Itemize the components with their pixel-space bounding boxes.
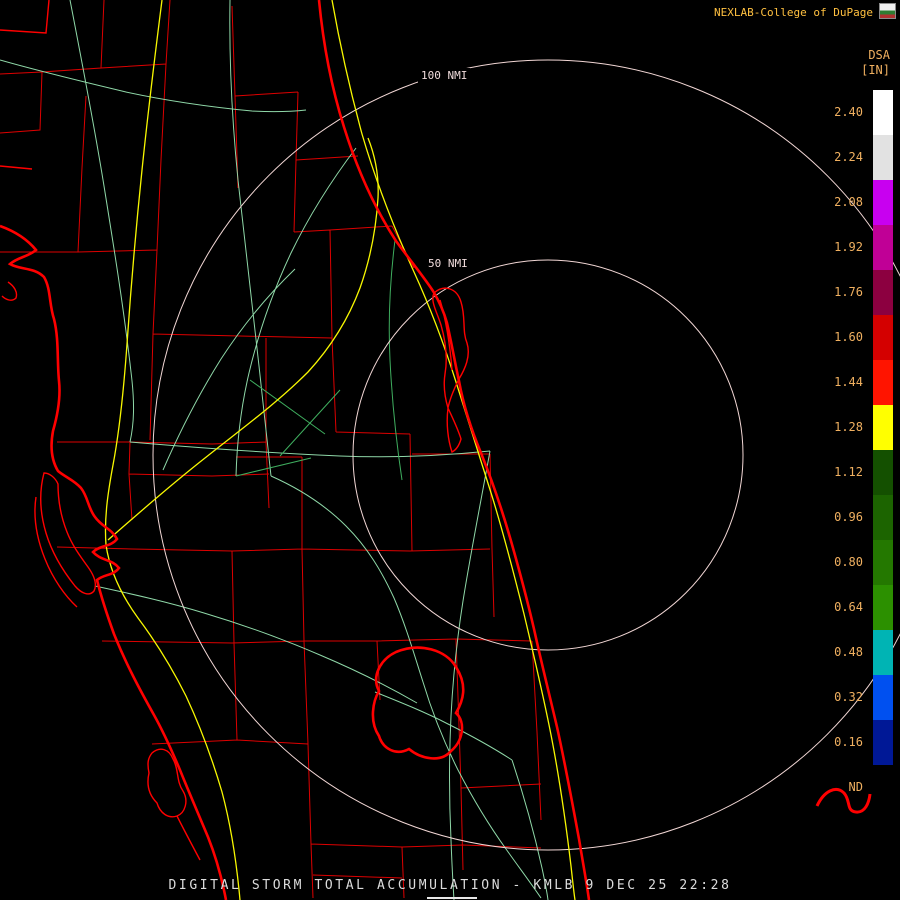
ring-label-100nmi: 100 NMI xyxy=(418,68,471,83)
colorbar-label: 1.12 xyxy=(834,465,863,479)
roads-layer xyxy=(0,0,549,900)
colorbar-swatch xyxy=(873,450,893,495)
product-units: [IN] xyxy=(861,63,890,77)
colorbar-label: 0.96 xyxy=(834,510,863,524)
colorbar-label: 1.60 xyxy=(834,330,863,344)
colorbar-swatch xyxy=(873,540,893,585)
county-borders-layer xyxy=(0,0,542,899)
colorbar-label: 0.80 xyxy=(834,555,863,569)
charlotte-harbor xyxy=(147,748,201,861)
colorbar-swatch xyxy=(873,180,893,225)
colorbar-row: 1.76 xyxy=(821,270,893,315)
tampa-bay-barrier-islands xyxy=(1,281,97,608)
colorbar-label: 2.08 xyxy=(834,195,863,209)
colorbar-label: 1.92 xyxy=(834,240,863,254)
interstate-4 xyxy=(107,137,379,541)
coastline-layer xyxy=(0,0,872,900)
colorbar-label: 0.64 xyxy=(834,600,863,614)
colorbar-swatch xyxy=(873,225,893,270)
colorbar-swatch xyxy=(873,360,893,405)
colorbar-row: 0.16 xyxy=(821,720,893,765)
colorbar-row: 0.80 xyxy=(821,540,893,585)
ring-50nmi xyxy=(352,259,744,651)
ring-label-50nmi: 50 NMI xyxy=(425,256,471,271)
colorbar-swatch xyxy=(873,675,893,720)
colorbar-swatch xyxy=(873,135,893,180)
radar-display: 100 NMI 50 NMI NEXLAB-College of DuPage … xyxy=(0,0,900,900)
colorbar-swatch xyxy=(873,630,893,675)
colorbar-label: ND xyxy=(848,780,863,794)
colorbar-label: 1.76 xyxy=(834,285,863,299)
brand-text: NEXLAB-College of DuPage xyxy=(714,6,873,19)
colorbar-label: 1.44 xyxy=(834,375,863,389)
colorbar-row: 1.28 xyxy=(821,405,893,450)
colorbar-row: 1.92 xyxy=(821,225,893,270)
colorbar-swatch xyxy=(873,270,893,315)
colorbar: 2.40 2.24 2.08 1.92 1.76 1.60 1.44 1.28 1.12 0.96… xyxy=(821,90,893,810)
colorbar-row: 1.44 xyxy=(821,360,893,405)
colorbar-swatch xyxy=(873,90,893,135)
colorbar-row: 0.96 xyxy=(821,495,893,540)
colorbar-swatch xyxy=(873,765,893,810)
range-rings xyxy=(152,59,900,851)
colorbar-label: 1.28 xyxy=(834,420,863,434)
colorbar-swatch xyxy=(873,585,893,630)
colorbar-label: 2.24 xyxy=(834,150,863,164)
colorbar-label: 0.48 xyxy=(834,645,863,659)
product-caption: DIGITAL STORM TOTAL ACCUMULATION - KMLB … xyxy=(168,878,732,893)
colorbar-swatch xyxy=(873,315,893,360)
colorbar-row: 1.12 xyxy=(821,450,893,495)
colorbar-row: 2.08 xyxy=(821,180,893,225)
colorbar-row: 1.60 xyxy=(821,315,893,360)
west-coastline xyxy=(0,224,228,900)
colorbar-swatch xyxy=(873,720,893,765)
map-canvas xyxy=(0,0,900,900)
colorbar-swatch xyxy=(873,495,893,540)
colorbar-row: ND xyxy=(821,765,893,810)
colorbar-label: 0.16 xyxy=(834,735,863,749)
ring-100nmi xyxy=(152,59,900,851)
interstate-75 xyxy=(104,0,241,900)
colorbar-swatch xyxy=(873,405,893,450)
college-of-dupage-logo-icon xyxy=(879,3,896,19)
border-tick xyxy=(427,897,477,899)
colorbar-row: 2.24 xyxy=(821,135,893,180)
merritt-island-lagoon xyxy=(432,287,469,453)
colorbar-row: 0.32 xyxy=(821,675,893,720)
colorbar-row: 0.48 xyxy=(821,630,893,675)
colorbar-row: 2.40 xyxy=(821,90,893,135)
colorbar-label: 0.32 xyxy=(834,690,863,704)
colorbar-row: 0.64 xyxy=(821,585,893,630)
colorbar-label: 2.40 xyxy=(834,105,863,119)
product-code: DSA xyxy=(868,48,890,62)
